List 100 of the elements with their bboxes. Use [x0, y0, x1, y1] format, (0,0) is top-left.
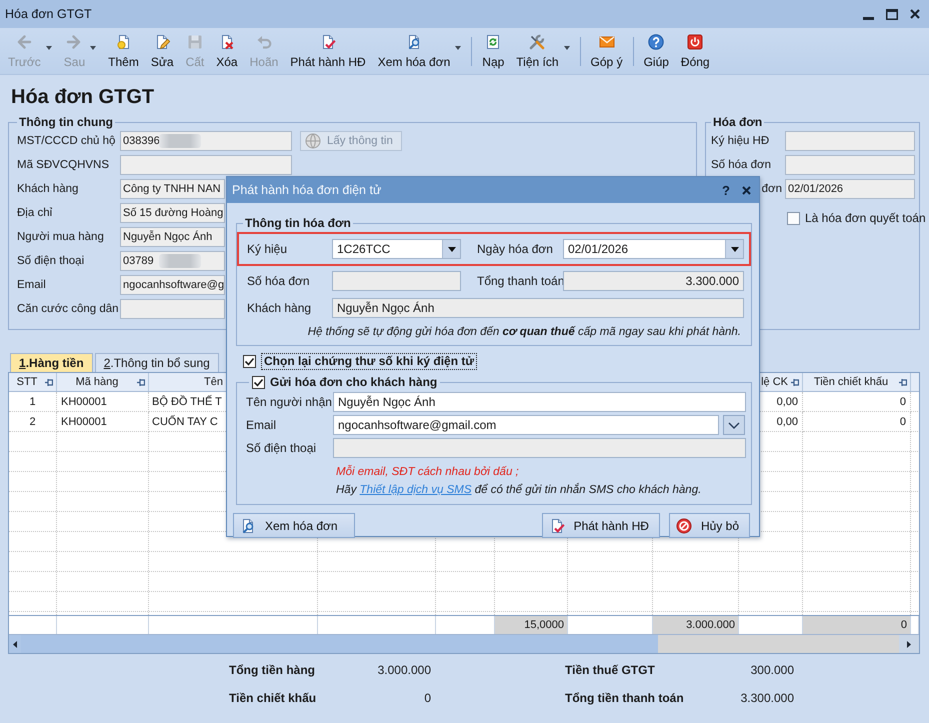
- redaction-blur: [159, 134, 201, 148]
- pin-icon[interactable]: [791, 378, 799, 386]
- group-title: Thông tin hóa đơn: [244, 216, 352, 230]
- field-label: Địa chỉ: [17, 207, 54, 219]
- maximize-icon[interactable]: [886, 8, 898, 20]
- toolbar-button[interactable]: Giúp: [638, 28, 675, 74]
- text-field[interactable]: 3.300.000: [563, 271, 744, 291]
- field-label: Tên người nhận: [246, 395, 332, 409]
- table-cell: 0,00: [776, 396, 798, 408]
- caret-icon: [730, 246, 738, 252]
- field-label: Khách hàng: [17, 183, 80, 195]
- new-document-icon: [116, 34, 132, 50]
- field-label: đơn: [762, 183, 782, 195]
- text-field[interactable]: [120, 299, 225, 319]
- table-cell: 3.000.000: [653, 616, 739, 634]
- close-icon[interactable]: [742, 186, 751, 194]
- field-label: MST/CCCD chủ hộ: [17, 135, 116, 147]
- text-field[interactable]: Nguyễn Ngọc Ánh: [333, 392, 746, 412]
- dialog-button[interactable]: Hủy bỏ: [668, 513, 750, 538]
- text-field[interactable]: 02/01/2026: [785, 179, 915, 199]
- tab[interactable]: 2.Thông tin bổ sung: [94, 353, 219, 372]
- table-cell: CUỐN TAY C: [152, 416, 218, 428]
- tab[interactable]: 1.Hàng tiền: [10, 353, 93, 372]
- text-field[interactable]: Công ty TNHH NAN: [120, 179, 225, 199]
- text-field[interactable]: 038396: [120, 131, 292, 151]
- checkbox-label[interactable]: Là hóa đơn quyết toán: [805, 211, 926, 225]
- toolbar-button[interactable]: Góp ý: [584, 28, 629, 74]
- wrench-screwdriver-icon: [529, 34, 546, 50]
- caret-icon: [448, 246, 456, 252]
- email-field[interactable]: ngocanhsoftware@gmail.com: [333, 415, 719, 435]
- total-label: Tổng tiền hàng: [229, 663, 315, 677]
- dropdown-button[interactable]: [723, 415, 745, 435]
- envelope-icon: [598, 34, 615, 50]
- text-field[interactable]: Nguyễn Ngọc Ánh: [332, 298, 744, 318]
- table-cell: 0: [900, 396, 906, 408]
- field-label: Email: [17, 279, 47, 291]
- help-icon: [648, 34, 664, 50]
- text-field[interactable]: [120, 155, 292, 175]
- checkbox-label[interactable]: Gửi hóa đơn cho khách hàng: [270, 375, 438, 389]
- scroll-left-icon[interactable]: [13, 640, 17, 648]
- field-label: Ký hiệu: [247, 242, 288, 256]
- toolbar-button[interactable]: Thêm: [102, 28, 145, 74]
- column-header[interactable]: STT: [16, 376, 38, 388]
- text-field[interactable]: [333, 438, 746, 458]
- checkbox[interactable]: [787, 212, 800, 224]
- total-value: 3.300.000: [740, 691, 794, 705]
- field-label: Căn cước công dân: [17, 303, 120, 315]
- close-icon[interactable]: [910, 9, 920, 19]
- total-label: Tiền thuế GTGT: [565, 663, 655, 677]
- toolbar-button[interactable]: Sửa: [144, 28, 180, 74]
- scroll-right-icon[interactable]: [907, 640, 911, 648]
- toolbar-button[interactable]: Tiện ích: [510, 28, 576, 74]
- window-title: Hóa đơn GTGT: [5, 7, 92, 21]
- dialog-button[interactable]: Phát hành HĐ: [542, 513, 660, 538]
- horizontal-scrollbar[interactable]: [9, 634, 919, 653]
- checkbox[interactable]: [243, 354, 256, 368]
- table-cell: KH00001: [61, 396, 107, 408]
- table-cell: KH00001: [61, 416, 107, 428]
- field-label: Số điện thoại: [246, 441, 316, 455]
- column-header[interactable]: Tên: [204, 376, 223, 388]
- text-field[interactable]: 03789: [120, 251, 225, 271]
- total-value: 3.000.000: [378, 663, 431, 677]
- field-label: Ngày hóa đơn: [477, 242, 553, 256]
- dialog-title: Phát hành hóa đơn điện tử: [232, 183, 382, 197]
- pin-icon[interactable]: [898, 378, 907, 386]
- field-label: Số hóa đơn: [711, 159, 771, 171]
- toolbar-button[interactable]: Xem hóa đơn: [372, 28, 468, 74]
- table-cell: 2: [29, 416, 36, 428]
- toolbar-button[interactable]: Đóng: [674, 28, 716, 74]
- dialog-button[interactable]: Xem hóa đơn: [233, 513, 355, 538]
- text-field[interactable]: Số 15 đường Hoàng: [120, 203, 225, 223]
- text-field[interactable]: [785, 131, 915, 151]
- toolbar-button[interactable]: Nạp: [476, 28, 510, 74]
- text-field[interactable]: [785, 155, 915, 175]
- column-header[interactable]: lệ CK: [761, 376, 788, 388]
- checkbox[interactable]: [252, 376, 265, 388]
- toolbar-button[interactable]: Phát hành HĐ: [284, 28, 372, 74]
- redaction-blur: [159, 254, 201, 268]
- toolbar-button[interactable]: Xóa: [210, 28, 244, 74]
- checkbox-label[interactable]: Chọn lại chứng thư số khi ký điện tử: [261, 352, 478, 370]
- text-field[interactable]: Nguyễn Ngọc Ánh: [120, 227, 225, 247]
- text-field[interactable]: ngocanhsoftware@g: [120, 275, 225, 295]
- table-cell: 0: [900, 416, 906, 428]
- help-button[interactable]: ?: [722, 182, 730, 198]
- column-header[interactable]: Mã hàng: [76, 376, 118, 388]
- group-title: Hóa đơn: [712, 115, 764, 129]
- dropdown-button[interactable]: [442, 240, 460, 258]
- dropdown-button[interactable]: [725, 240, 743, 258]
- dropdown-field[interactable]: 02/01/2026: [563, 239, 744, 259]
- field-label: Người mua hàng: [17, 231, 105, 243]
- pin-icon[interactable]: [45, 378, 53, 386]
- prohibition-icon: [676, 518, 692, 534]
- column-header[interactable]: Tiền chiết khấu: [814, 376, 888, 388]
- dropdown-field[interactable]: 1C26TCC: [332, 239, 461, 259]
- pin-icon[interactable]: [137, 378, 145, 386]
- refresh-icon: [485, 34, 502, 50]
- info-note: Hệ thống sẽ tự động gửi hóa đơn đến cơ quan thuế cấp mã ngay sau khi phát hành.: [308, 326, 741, 338]
- undo-arrow-icon: [256, 34, 272, 50]
- text-field[interactable]: [332, 271, 461, 291]
- scrollbar-thumb[interactable]: [21, 635, 658, 653]
